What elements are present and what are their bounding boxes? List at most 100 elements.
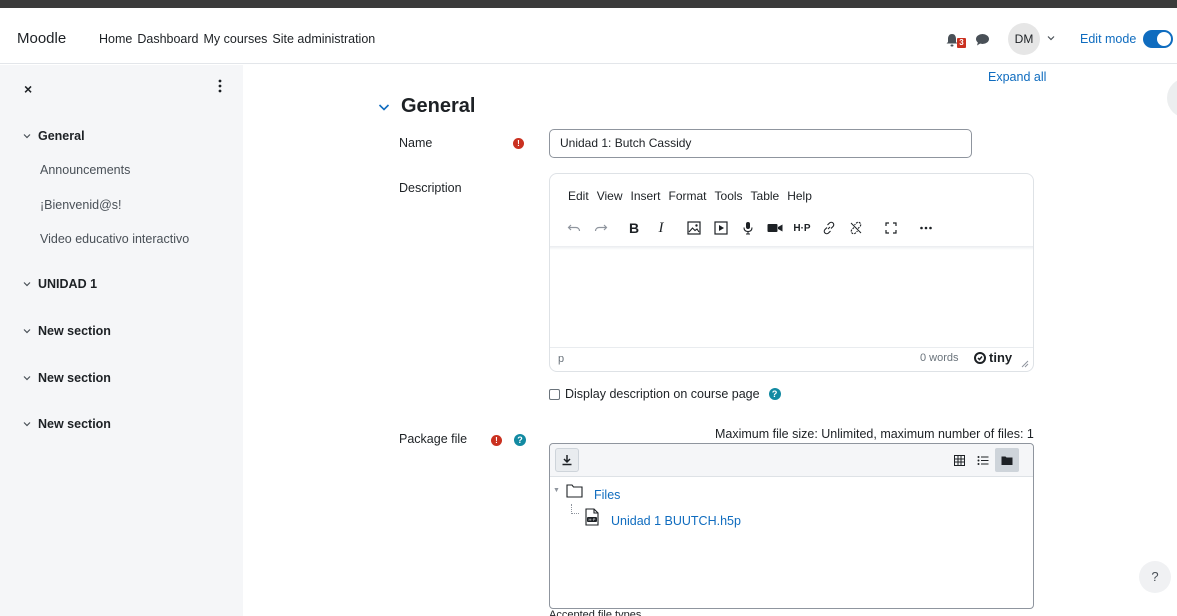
close-icon[interactable]: × — [24, 81, 32, 97]
primary-navigation: Home Dashboard My courses Site administr… — [99, 32, 375, 46]
tiny-brand-icon — [974, 351, 986, 364]
notification-count-badge: 3 — [957, 38, 966, 48]
h5p-icon[interactable]: H·P — [790, 216, 814, 240]
vertical-dots-icon[interactable] — [218, 79, 222, 93]
redo-icon[interactable] — [589, 216, 613, 240]
h5p-file-icon: H·P — [585, 508, 599, 526]
section-label: New section — [38, 371, 111, 385]
word-count[interactable]: 0 words — [920, 352, 959, 364]
menu-help[interactable]: Help — [787, 189, 812, 203]
navbar: Moodle Home Dashboard My courses Site ad… — [0, 8, 1177, 64]
course-index-section[interactable]: General — [22, 129, 85, 143]
nav-dashboard[interactable]: Dashboard — [137, 32, 198, 46]
course-index-section[interactable]: UNIDAD 1 — [22, 277, 97, 291]
tree-connector — [571, 504, 579, 514]
required-icon: ! — [513, 138, 524, 149]
nav-my-courses[interactable]: My courses — [204, 32, 268, 46]
help-button[interactable]: ? — [1139, 561, 1171, 593]
course-index-activity[interactable]: ¡Bienvenid@s! — [40, 198, 121, 212]
download-icon — [562, 455, 572, 466]
user-avatar[interactable]: DM — [1008, 23, 1040, 55]
section-title: General — [401, 95, 476, 117]
menu-table[interactable]: Table — [751, 189, 780, 203]
chevron-down-icon[interactable] — [1046, 33, 1056, 43]
tiny-logo[interactable]: tiny — [974, 350, 1012, 365]
microphone-icon[interactable] — [736, 216, 760, 240]
tree-view-icon[interactable] — [995, 448, 1019, 472]
expand-all-link[interactable]: Expand all — [988, 70, 1046, 84]
list-view-icon[interactable] — [971, 448, 995, 472]
svg-text:H·P: H·P — [589, 517, 596, 522]
chevron-down-icon[interactable] — [377, 100, 391, 114]
toggle-knob — [1157, 32, 1171, 46]
more-options-icon[interactable] — [914, 216, 938, 240]
menu-insert[interactable]: Insert — [630, 189, 660, 203]
edit-mode-label: Edit mode — [1080, 32, 1137, 46]
chat-bubble-icon[interactable] — [975, 33, 990, 46]
help-icon[interactable]: ? — [514, 434, 526, 446]
chevron-down-icon[interactable] — [22, 326, 32, 336]
description-editor: Edit View Insert Format Tools Table Help… — [549, 173, 1034, 372]
course-index-activity[interactable]: Video educativo interactivo — [40, 232, 189, 246]
folder-label[interactable]: Files — [594, 488, 620, 502]
accepted-file-types-label: Accepted file types — [549, 609, 642, 616]
display-description-row: Display description on course page ? — [549, 387, 781, 401]
right-drawer-toggle[interactable] — [1167, 78, 1177, 118]
tree-expand-caret-icon[interactable]: ▼ — [553, 487, 560, 494]
course-index-drawer: × General Announcements ¡Bienvenid@s! Vi… — [0, 65, 243, 616]
folder-icon — [566, 484, 583, 498]
tiny-brand-label: tiny — [989, 350, 1013, 365]
display-description-checkbox[interactable] — [549, 388, 560, 400]
menu-format[interactable]: Format — [669, 189, 707, 203]
required-icon: ! — [491, 435, 502, 446]
toolbar-shadow — [550, 246, 1033, 250]
nav-home[interactable]: Home — [99, 32, 132, 46]
menu-view[interactable]: View — [597, 189, 623, 203]
editor-toolbar: B I H·P — [562, 216, 941, 240]
file-manager: ▼ Files H·P Unidad 1 BUUTCH.h5p — [549, 443, 1034, 609]
course-index-section[interactable]: New section — [22, 324, 111, 338]
download-button[interactable] — [555, 448, 579, 472]
chevron-down-icon[interactable] — [22, 373, 32, 383]
site-brand[interactable]: Moodle — [17, 30, 66, 47]
grid-view-icon[interactable] — [947, 448, 971, 472]
name-input[interactable]: Unidad 1: Butch Cassidy — [549, 129, 972, 158]
edit-mode-toggle[interactable] — [1143, 30, 1173, 48]
help-icon[interactable]: ? — [768, 388, 781, 400]
name-label: Name — [399, 136, 433, 150]
fullscreen-icon[interactable] — [879, 216, 903, 240]
chevron-down-icon[interactable] — [22, 279, 32, 289]
section-label: General — [38, 129, 85, 143]
italic-icon[interactable]: I — [649, 216, 673, 240]
resize-handle-icon[interactable] — [1021, 360, 1029, 368]
section-label: UNIDAD 1 — [38, 277, 98, 291]
course-index-activity[interactable]: Announcements — [40, 163, 130, 177]
nav-site-administration[interactable]: Site administration — [272, 32, 375, 46]
chevron-down-icon[interactable] — [22, 419, 32, 429]
bold-icon[interactable]: B — [622, 216, 646, 240]
file-manager-toolbar — [550, 444, 1033, 477]
course-index-section[interactable]: New section — [22, 371, 111, 385]
editor-statusbar: p 0 words tiny — [550, 347, 1033, 371]
image-icon[interactable] — [682, 216, 706, 240]
view-switcher — [947, 448, 1019, 472]
menu-tools[interactable]: Tools — [715, 189, 743, 203]
course-index-section[interactable]: New section — [22, 417, 111, 431]
section-header[interactable]: General — [377, 95, 475, 118]
file-label[interactable]: Unidad 1 BUUTCH.h5p — [611, 514, 741, 528]
package-file-label: Package file — [399, 432, 468, 446]
undo-icon[interactable] — [562, 216, 586, 240]
link-icon[interactable] — [817, 216, 841, 240]
editor-menubar: Edit View Insert Format Tools Table Help — [568, 189, 812, 203]
media-icon[interactable] — [709, 216, 733, 240]
unlink-icon[interactable] — [844, 216, 868, 240]
chevron-down-icon[interactable] — [22, 131, 32, 141]
element-path[interactable]: p — [558, 353, 564, 365]
description-label: Description — [399, 181, 462, 195]
video-camera-icon[interactable] — [763, 216, 787, 240]
menu-edit[interactable]: Edit — [568, 189, 589, 203]
section-label: New section — [38, 324, 111, 338]
section-label: New section — [38, 417, 111, 431]
display-description-label[interactable]: Display description on course page — [565, 387, 760, 401]
max-file-size-text: Maximum file size: Unlimited, maximum nu… — [715, 427, 1034, 441]
